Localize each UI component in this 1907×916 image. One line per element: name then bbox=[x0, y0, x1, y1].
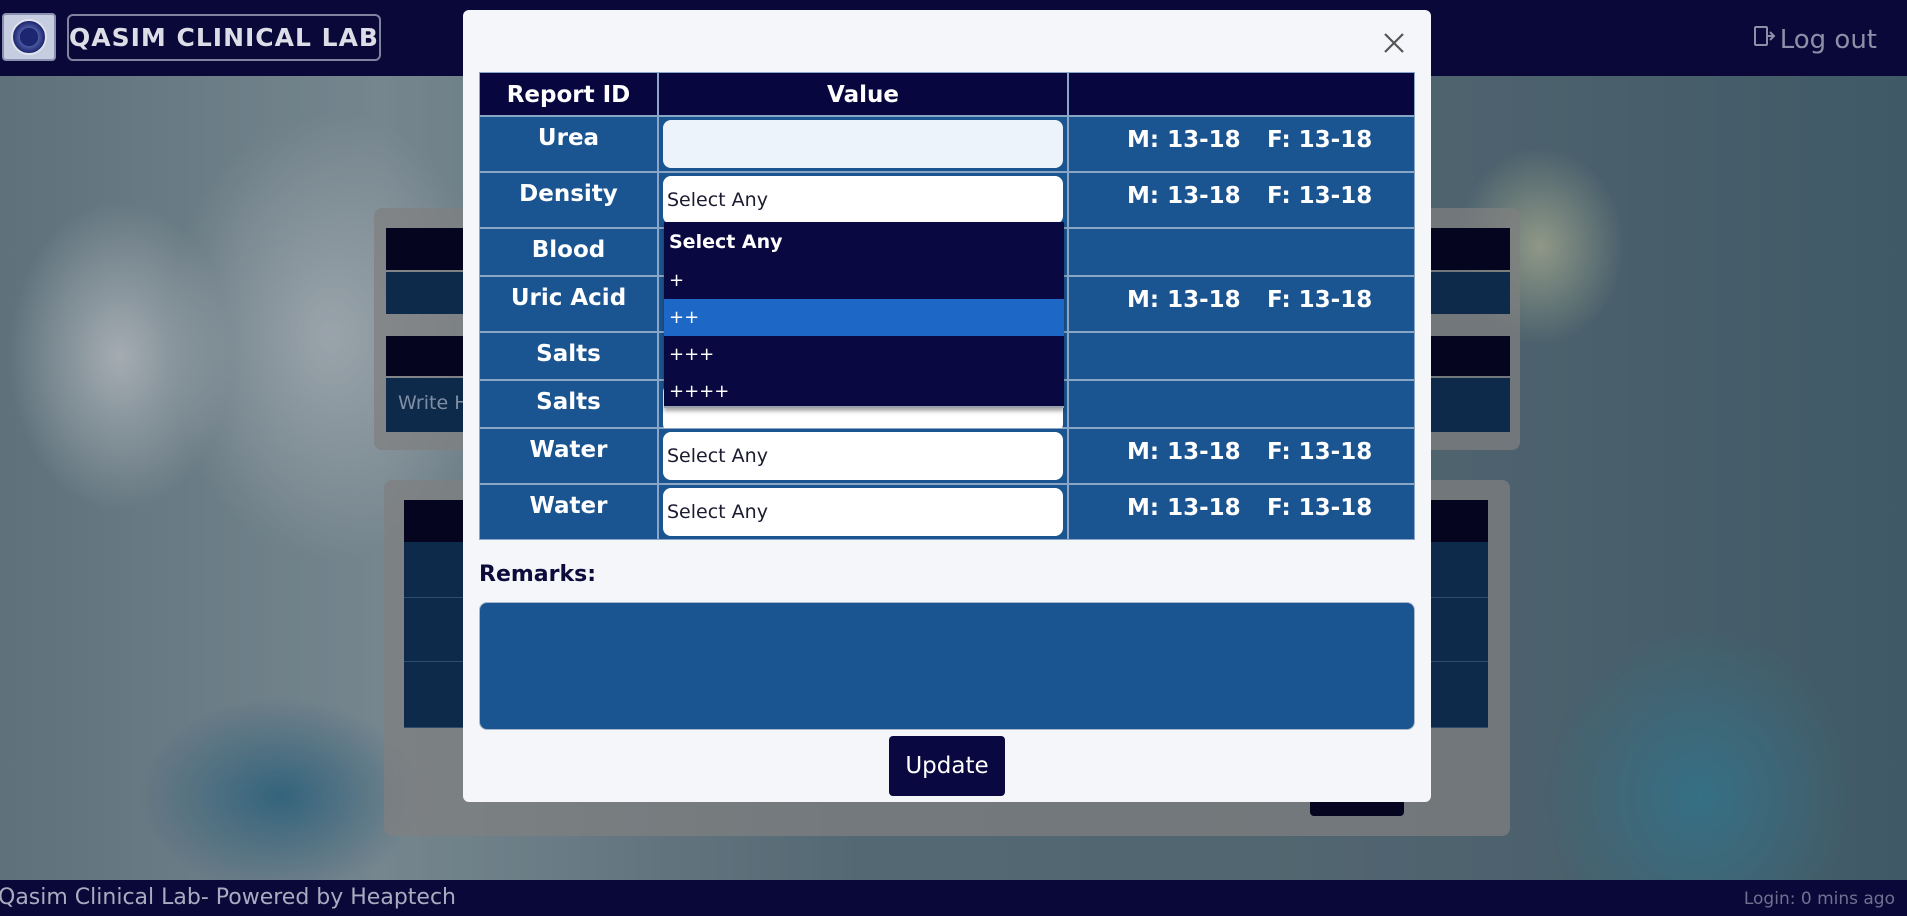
column-header-value: Value bbox=[658, 72, 1068, 116]
lab-logo bbox=[2, 13, 56, 61]
male-range: M: 13-18 bbox=[1127, 439, 1241, 465]
range-cell bbox=[1068, 332, 1415, 380]
dropdown-option[interactable]: ++++ bbox=[664, 373, 1064, 410]
report-id-cell: Salts bbox=[479, 332, 658, 380]
footer: Qasim Clinical Lab- Powered by Heaptech … bbox=[0, 880, 1907, 916]
value-cell: Select Any bbox=[658, 484, 1068, 540]
female-range: F: 13-18 bbox=[1267, 495, 1373, 521]
range-cell: M: 13-18 F: 13-18 bbox=[1068, 484, 1415, 540]
range-cell: M: 13-18 F: 13-18 bbox=[1068, 172, 1415, 228]
logout-label: Log out bbox=[1779, 24, 1877, 55]
range-cell: M: 13-18 F: 13-18 bbox=[1068, 116, 1415, 172]
range-cell: M: 13-18 F: 13-18 bbox=[1068, 276, 1415, 332]
report-id-cell: Urea bbox=[479, 116, 658, 172]
report-id-cell: Water bbox=[479, 428, 658, 484]
value-input[interactable] bbox=[663, 120, 1063, 168]
dropdown-option[interactable]: Select Any bbox=[664, 222, 1064, 262]
range-cell: M: 13-18 F: 13-18 bbox=[1068, 428, 1415, 484]
range-cell bbox=[1068, 228, 1415, 276]
brand-title[interactable]: QASIM CLINICAL LAB bbox=[67, 14, 381, 61]
value-cell bbox=[658, 116, 1068, 172]
density-dropdown-list[interactable]: Select Any + ++ +++ ++++ bbox=[664, 222, 1064, 408]
value-cell: Select Any bbox=[658, 172, 1068, 228]
report-id-cell: Density bbox=[479, 172, 658, 228]
column-header-range bbox=[1068, 72, 1415, 116]
close-button[interactable] bbox=[1377, 26, 1411, 60]
male-range: M: 13-18 bbox=[1127, 127, 1241, 153]
card-input-placeholder: Write H bbox=[398, 392, 469, 414]
report-id-cell: Salts bbox=[479, 380, 658, 428]
value-select[interactable]: Select Any bbox=[663, 432, 1063, 480]
table-row: Water Select Any M: 13-18 F: 13-18 bbox=[479, 484, 1415, 540]
logo-emblem-icon bbox=[11, 19, 47, 55]
table-header-row: Report ID Value bbox=[479, 72, 1415, 116]
female-range: F: 13-18 bbox=[1267, 287, 1373, 313]
report-id-cell: Blood bbox=[479, 228, 658, 276]
male-range: M: 13-18 bbox=[1127, 287, 1241, 313]
report-id-cell: Water bbox=[479, 484, 658, 540]
female-range: F: 13-18 bbox=[1267, 439, 1373, 465]
male-range: M: 13-18 bbox=[1127, 183, 1241, 209]
table-row: Density Select Any M: 13-18 F: 13-18 bbox=[479, 172, 1415, 228]
male-range: M: 13-18 bbox=[1127, 495, 1241, 521]
report-id-cell: Uric Acid bbox=[479, 276, 658, 332]
logout-button[interactable]: Log out bbox=[1752, 24, 1877, 55]
dropdown-option[interactable]: +++ bbox=[664, 336, 1064, 373]
value-select[interactable]: Select Any bbox=[663, 488, 1063, 536]
remarks-label: Remarks: bbox=[479, 562, 597, 587]
footer-credit: Qasim Clinical Lab- Powered by Heaptech bbox=[0, 885, 456, 910]
login-time: Login: 0 mins ago bbox=[1743, 889, 1895, 909]
logout-icon bbox=[1752, 24, 1776, 55]
value-select[interactable]: Select Any bbox=[663, 176, 1063, 224]
dropdown-option[interactable]: ++ bbox=[664, 299, 1064, 336]
value-cell: Select Any bbox=[658, 428, 1068, 484]
update-button[interactable]: Update bbox=[889, 736, 1005, 796]
remarks-textarea[interactable] bbox=[479, 602, 1415, 730]
dropdown-option[interactable]: + bbox=[664, 262, 1064, 299]
close-icon bbox=[1384, 33, 1404, 53]
female-range: F: 13-18 bbox=[1267, 127, 1373, 153]
column-header-report-id: Report ID bbox=[479, 72, 658, 116]
female-range: F: 13-18 bbox=[1267, 183, 1373, 209]
range-cell bbox=[1068, 380, 1415, 428]
table-row: Urea M: 13-18 F: 13-18 bbox=[479, 116, 1415, 172]
table-row: Water Select Any M: 13-18 F: 13-18 bbox=[479, 428, 1415, 484]
